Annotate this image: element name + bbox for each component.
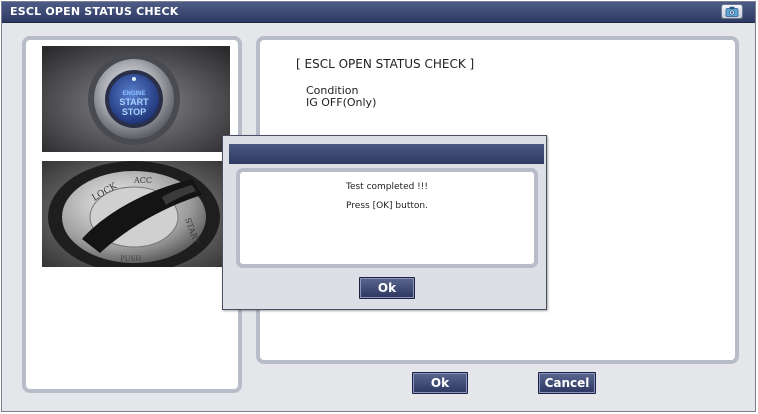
dialog-message-line1: Test completed !!! [345, 182, 429, 192]
ignition-key-photo: LOCK ACC START PUSH [42, 161, 230, 267]
cancel-button[interactable]: Cancel [538, 372, 596, 394]
button-text-mid: START [119, 97, 149, 107]
window-title: ESCL OPEN STATUS CHECK [10, 5, 179, 18]
svg-text:ACC: ACC [133, 176, 152, 185]
panel-heading: [ ESCL OPEN STATUS CHECK ] [296, 57, 475, 71]
image-panel: ENGINE START STOP LOCK ACC START PUSH [22, 36, 242, 393]
dialog-title-bar [229, 144, 544, 164]
start-stop-button-photo: ENGINE START STOP [42, 46, 230, 152]
dialog-message-box: Test completed !!! Press [OK] button. [236, 168, 538, 268]
screenshot-button[interactable] [721, 4, 743, 19]
condition-value: IG OFF(Only) [306, 96, 377, 109]
ok-button[interactable]: Ok [412, 372, 468, 394]
svg-text:PUSH: PUSH [120, 255, 141, 263]
title-bar: ESCL OPEN STATUS CHECK [2, 2, 755, 23]
camera-icon [725, 6, 739, 17]
button-text-bottom: STOP [122, 107, 146, 117]
result-dialog: Test completed !!! Press [OK] button. Ok [222, 135, 547, 310]
dialog-message-line2: Press [OK] button. [346, 201, 428, 211]
dialog-ok-button[interactable]: Ok [359, 277, 415, 299]
